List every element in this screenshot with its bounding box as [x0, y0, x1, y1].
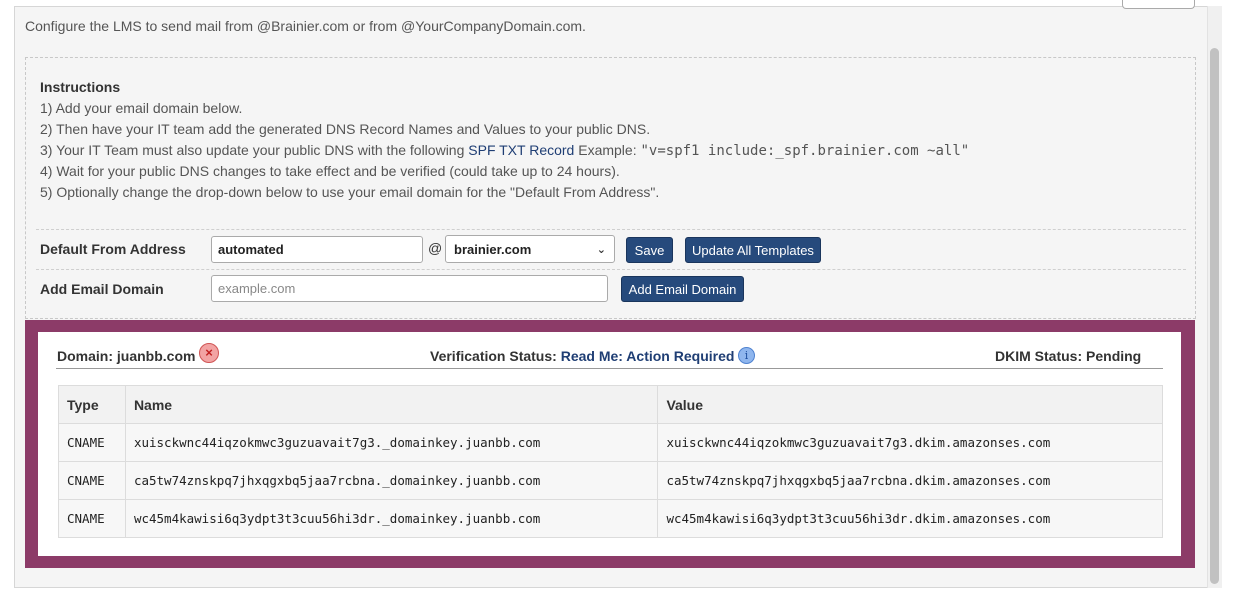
domain-value: juanbb.com — [116, 348, 196, 364]
info-circle-icon[interactable]: i — [738, 347, 755, 364]
divider — [36, 269, 1186, 270]
verification-read-me-link[interactable]: Read Me: Action Required — [561, 348, 735, 364]
dkim-label: DKIM Status: — [995, 348, 1083, 364]
table-header-row: Type Name Value — [58, 385, 1163, 424]
verification-label: Verification Status: — [430, 348, 557, 364]
at-sign: @ — [428, 240, 443, 256]
instruction-step-3: 3) Your IT Team must also update your pu… — [40, 142, 969, 159]
from-domain-selected: brainier.com — [454, 241, 532, 257]
record-type: CNAME — [58, 461, 126, 500]
default-from-label: Default From Address — [40, 241, 186, 257]
spf-record-link[interactable]: SPF TXT Record — [468, 142, 574, 158]
dkim-value: Pending — [1086, 348, 1142, 364]
record-value: ca5tw74znskpq7jhxqgxbq5jaa7rcbna.dkim.am… — [657, 461, 1163, 500]
instruction-step-1: 1) Add your email domain below. — [40, 100, 243, 116]
table-row: CNAME xuisckwnc44iqzokmwc3guzuavait7g3._… — [58, 423, 1163, 462]
intro-text: Configure the LMS to send mail from @Bra… — [25, 18, 586, 34]
add-domain-label: Add Email Domain — [40, 281, 164, 297]
domain-label: Domain: — [57, 348, 113, 364]
record-type: CNAME — [58, 499, 126, 538]
remove-circle-icon[interactable]: × — [199, 343, 219, 363]
instruction-step-4: 4) Wait for your public DNS changes to t… — [40, 163, 620, 179]
instruction-step-5: 5) Optionally change the drop-down below… — [40, 184, 660, 200]
instruction-step-3-text: 3) Your IT Team must also update your pu… — [40, 142, 469, 158]
chevron-down-icon: ⌄ — [596, 243, 606, 256]
add-domain-input[interactable] — [211, 275, 608, 302]
default-from-input[interactable] — [211, 236, 423, 263]
record-value: xuisckwnc44iqzokmwc3guzuavait7g3.dkim.am… — [657, 423, 1163, 462]
instructions-title: Instructions — [40, 79, 121, 95]
instruction-step-2: 2) Then have your IT team add the genera… — [40, 121, 651, 137]
scrollbar-thumb[interactable] — [1210, 48, 1219, 584]
column-header-type: Type — [58, 385, 126, 424]
dkim-status: DKIM Status: Pending — [995, 348, 1141, 364]
domain-header-divider — [56, 368, 1163, 369]
from-domain-select[interactable]: brainier.com ⌄ — [445, 235, 615, 263]
divider — [36, 229, 1186, 230]
verification-status: Verification Status: Read Me: Action Req… — [430, 348, 734, 364]
record-type: CNAME — [58, 423, 126, 462]
domain-name: Domain: juanbb.com — [57, 348, 195, 364]
add-email-domain-button[interactable]: Add Email Domain — [621, 276, 744, 302]
record-value: wc45m4kawisi6q3ydpt3t3cuu56hi3dr.dkim.am… — [657, 499, 1163, 538]
record-name: xuisckwnc44iqzokmwc3guzuavait7g3._domain… — [124, 423, 659, 462]
top-edge-tab[interactable] — [1122, 0, 1195, 9]
table-row: CNAME ca5tw74znskpq7jhxqgxbq5jaa7rcbna._… — [58, 461, 1163, 500]
record-name: wc45m4kawisi6q3ydpt3t3cuu56hi3dr._domain… — [124, 499, 659, 538]
spf-example-code: "v=spf1 include:_spf.brainier.com ~all" — [640, 143, 970, 159]
save-button[interactable]: Save — [626, 237, 673, 263]
dns-records-table: Type Name Value CNAME xuisckwnc44iqzokmw… — [58, 385, 1163, 538]
record-name: ca5tw74znskpq7jhxqgxbq5jaa7rcbna._domain… — [124, 461, 659, 500]
column-header-name: Name — [124, 385, 659, 424]
instruction-example-label: Example: — [574, 142, 641, 158]
update-all-templates-button[interactable]: Update All Templates — [685, 237, 821, 263]
column-header-value: Value — [657, 385, 1163, 424]
table-row: CNAME wc45m4kawisi6q3ydpt3t3cuu56hi3dr._… — [58, 499, 1163, 538]
